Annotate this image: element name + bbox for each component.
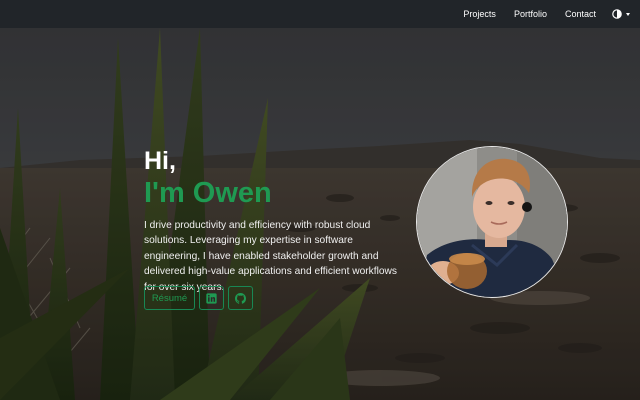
nav-link-contact[interactable]: Contact <box>565 9 596 19</box>
hero-greeting: Hi, <box>144 147 176 175</box>
hero-name: I'm Owen <box>144 177 272 209</box>
half-circle-icon <box>612 9 622 19</box>
github-icon <box>235 292 246 304</box>
avatar-image <box>417 147 567 297</box>
hero-button-row: Résumé <box>144 286 253 310</box>
github-button[interactable] <box>228 286 253 310</box>
linkedin-icon <box>206 292 217 304</box>
hero-section <box>0 28 640 400</box>
profile-photo <box>416 146 568 298</box>
chevron-down-icon <box>626 12 630 16</box>
nav-link-projects[interactable]: Projects <box>463 9 496 19</box>
navbar: Projects Portfolio Contact <box>0 0 640 28</box>
nav-link-portfolio[interactable]: Portfolio <box>514 9 547 19</box>
theme-toggle-dropdown[interactable] <box>612 9 630 19</box>
resume-button[interactable]: Résumé <box>144 286 195 310</box>
linkedin-button[interactable] <box>199 286 224 310</box>
hero-blurb: I drive productivity and efficiency with… <box>144 220 397 293</box>
